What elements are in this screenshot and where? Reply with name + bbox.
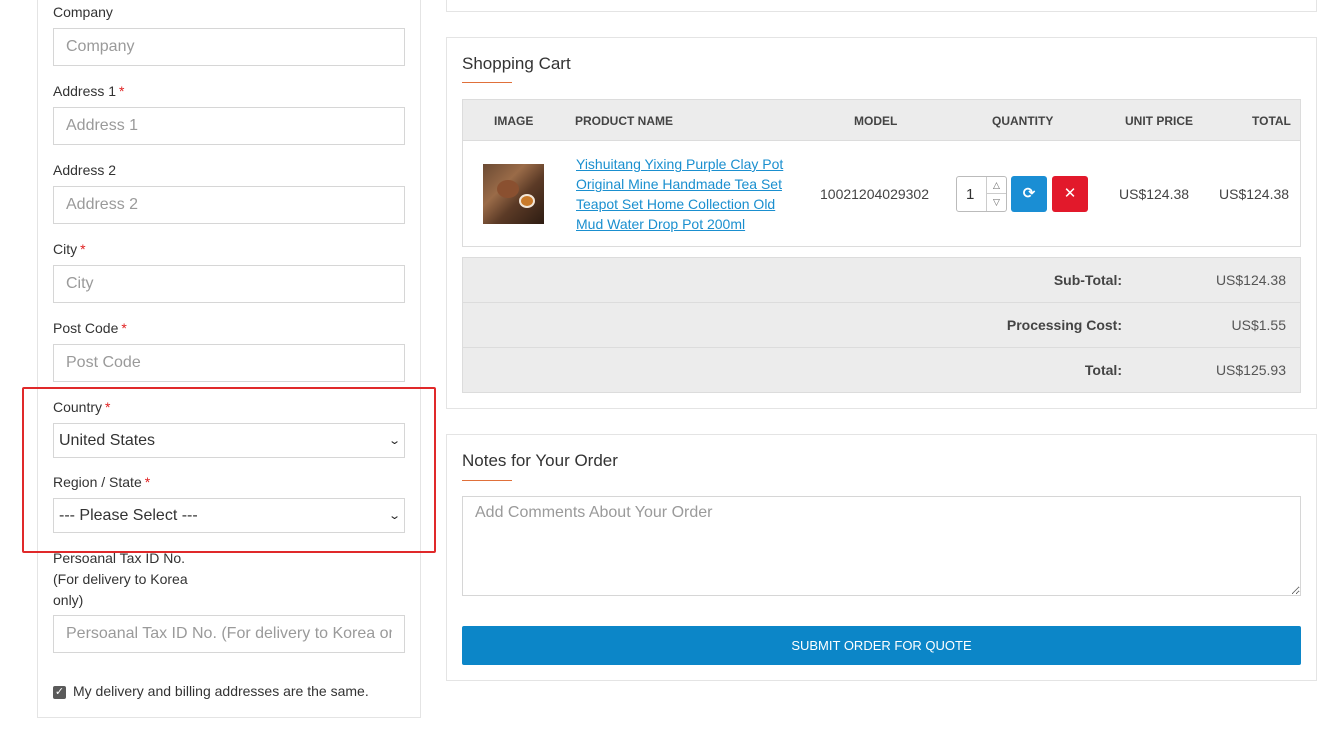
city-label: City *: [53, 241, 86, 257]
country-select[interactable]: United States ⌄: [53, 423, 405, 458]
title-underline: [462, 82, 512, 83]
chevron-down-icon: ⌄: [387, 435, 401, 447]
grand-total-label: Total:: [1084, 362, 1122, 378]
col-model: Model: [854, 114, 898, 128]
col-image: Image: [494, 114, 534, 128]
cart-table: Image Product Name Model Quantity Unit P…: [462, 99, 1301, 247]
subtotal-label: Sub-Total:: [1053, 272, 1122, 288]
address1-input[interactable]: [53, 107, 405, 145]
address2-input[interactable]: [53, 186, 405, 224]
totals-row: Total: US$125.93: [463, 348, 1300, 393]
region-label: Region / State *: [53, 474, 151, 490]
checkbox-checked-icon[interactable]: ✓: [53, 686, 66, 699]
totals-row: Sub-Total: US$124.38: [463, 258, 1300, 303]
product-model: 10021204029302: [820, 186, 930, 202]
postcode-label: Post Code *: [53, 320, 127, 336]
update-quantity-button[interactable]: ⟳: [1011, 176, 1047, 212]
cart-totals: Sub-Total: US$124.38 Processing Cost: US…: [462, 257, 1301, 393]
quantity-value[interactable]: 1: [966, 186, 974, 203]
country-label: Country *: [53, 399, 111, 415]
address1-label: Address 1 *: [53, 83, 125, 99]
region-select-value: --- Please Select ---: [59, 506, 198, 524]
refresh-icon: ⟳: [1022, 185, 1036, 202]
col-product-name: Product Name: [575, 114, 673, 128]
company-input[interactable]: [53, 28, 405, 66]
cart-table-header: Image Product Name Model Quantity Unit P…: [463, 100, 1300, 141]
close-icon: ✕: [1063, 185, 1077, 202]
city-input[interactable]: [53, 265, 405, 303]
top-panel-edge: [446, 0, 1317, 12]
same-address-label: My delivery and billing addresses are th…: [73, 683, 369, 699]
remove-item-button[interactable]: ✕: [1052, 176, 1088, 212]
line-total: US$124.38: [1219, 186, 1290, 202]
spin-down-icon[interactable]: ▽: [987, 194, 1006, 211]
product-name-link[interactable]: Yishuitang Yixing Purple Clay Pot Origin…: [576, 154, 791, 234]
chevron-down-icon: ⌄: [387, 510, 401, 522]
submit-order-button[interactable]: Submit Order For Quote: [462, 626, 1301, 665]
product-thumbnail[interactable]: [483, 164, 544, 224]
cart-title: Shopping Cart: [462, 54, 571, 73]
company-label: Company: [53, 4, 113, 20]
col-total: Total: [1252, 114, 1291, 128]
country-select-value: United States: [59, 431, 156, 449]
subtotal-value: US$124.38: [1215, 272, 1286, 288]
totals-row: Processing Cost: US$1.55: [463, 303, 1300, 348]
col-unit-price: Unit Price: [1125, 114, 1194, 128]
col-quantity: Quantity: [992, 114, 1054, 128]
spin-up-icon[interactable]: △: [987, 177, 1006, 194]
processing-cost-value: US$1.55: [1231, 317, 1286, 333]
quantity-spinner[interactable]: △ ▽: [986, 177, 1006, 211]
order-notes-textarea[interactable]: [462, 496, 1301, 596]
processing-cost-label: Processing Cost:: [1006, 317, 1122, 333]
address2-label: Address 2: [53, 162, 117, 178]
same-address-option[interactable]: ✓ My delivery and billing addresses are …: [53, 683, 369, 699]
postcode-input[interactable]: [53, 344, 405, 382]
tax-id-input[interactable]: [53, 615, 405, 653]
notes-title: Notes for Your Order: [462, 451, 618, 470]
grand-total-value: US$125.93: [1215, 362, 1286, 378]
quantity-stepper[interactable]: 1 △ ▽: [956, 176, 1007, 212]
region-select[interactable]: --- Please Select --- ⌄: [53, 498, 405, 533]
tax-id-label: Persoanal Tax ID No. (For delivery to Ko…: [53, 550, 188, 608]
unit-price: US$124.38: [1119, 186, 1190, 202]
checkout-page: Company Address 1* Address 2 City* Post …: [0, 0, 1339, 733]
title-underline: [462, 480, 512, 481]
